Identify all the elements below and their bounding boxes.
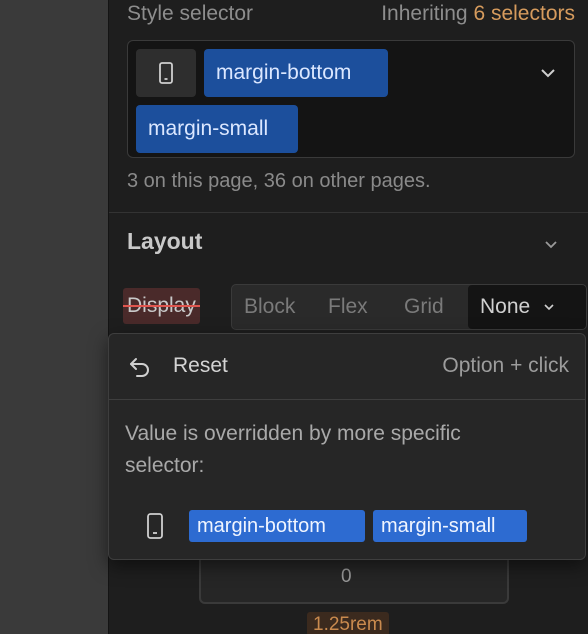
- page-count-text: 3 on this page, 36 on other pages.: [127, 170, 431, 192]
- display-segmented-control: Block Flex Grid None: [231, 284, 587, 330]
- reset-row[interactable]: Reset Option + click: [109, 334, 585, 400]
- breakpoint-button[interactable]: [136, 49, 196, 97]
- inheriting-info[interactable]: Inheriting 6 selectors: [381, 2, 575, 28]
- overriding-selector-row: margin-bottom margin-small: [109, 506, 585, 546]
- layout-section-title[interactable]: Layout: [127, 228, 202, 255]
- selector-input[interactable]: margin-bottom margin-small: [127, 40, 575, 158]
- selector-chip-margin-small[interactable]: margin-small: [136, 105, 298, 153]
- selector-chip-margin-bottom[interactable]: margin-bottom: [204, 49, 388, 97]
- reset-shortcut: Option + click: [442, 354, 569, 377]
- override-strikethrough: [123, 305, 200, 307]
- display-selected-value: None: [480, 295, 531, 318]
- canvas-area: [0, 0, 108, 634]
- spacing-value-rem[interactable]: 1.25rem: [307, 612, 389, 634]
- popover-chip-margin-bottom[interactable]: margin-bottom: [189, 510, 365, 542]
- display-property-label[interactable]: Display: [123, 288, 200, 324]
- inheriting-prefix: Inheriting: [381, 2, 468, 25]
- phone-icon: [159, 62, 173, 84]
- phone-icon: [147, 513, 163, 539]
- chevron-down-icon[interactable]: [542, 236, 560, 254]
- style-selector-label: Style selector: [127, 2, 254, 25]
- override-popover: Reset Option + click Value is overridden…: [108, 333, 586, 560]
- undo-icon: [130, 358, 149, 377]
- reset-label: Reset: [173, 354, 228, 377]
- override-message: Value is overridden by more specific sel…: [125, 422, 461, 477]
- spacing-box: [199, 558, 509, 604]
- display-option-flex[interactable]: Flex: [316, 285, 392, 329]
- inheriting-count[interactable]: 6 selectors: [473, 2, 575, 25]
- display-option-none-dropdown[interactable]: None: [468, 285, 586, 329]
- display-option-grid[interactable]: Grid: [392, 285, 468, 329]
- chevron-down-icon[interactable]: [538, 63, 558, 83]
- style-selector-header: Style selector Inheriting 6 selectors: [127, 2, 575, 28]
- popover-chip-margin-small[interactable]: margin-small: [373, 510, 527, 542]
- chevron-down-icon: [544, 304, 554, 311]
- display-option-block[interactable]: Block: [232, 285, 316, 329]
- section-divider: [109, 212, 588, 213]
- spacing-value-zero[interactable]: 0: [341, 566, 352, 588]
